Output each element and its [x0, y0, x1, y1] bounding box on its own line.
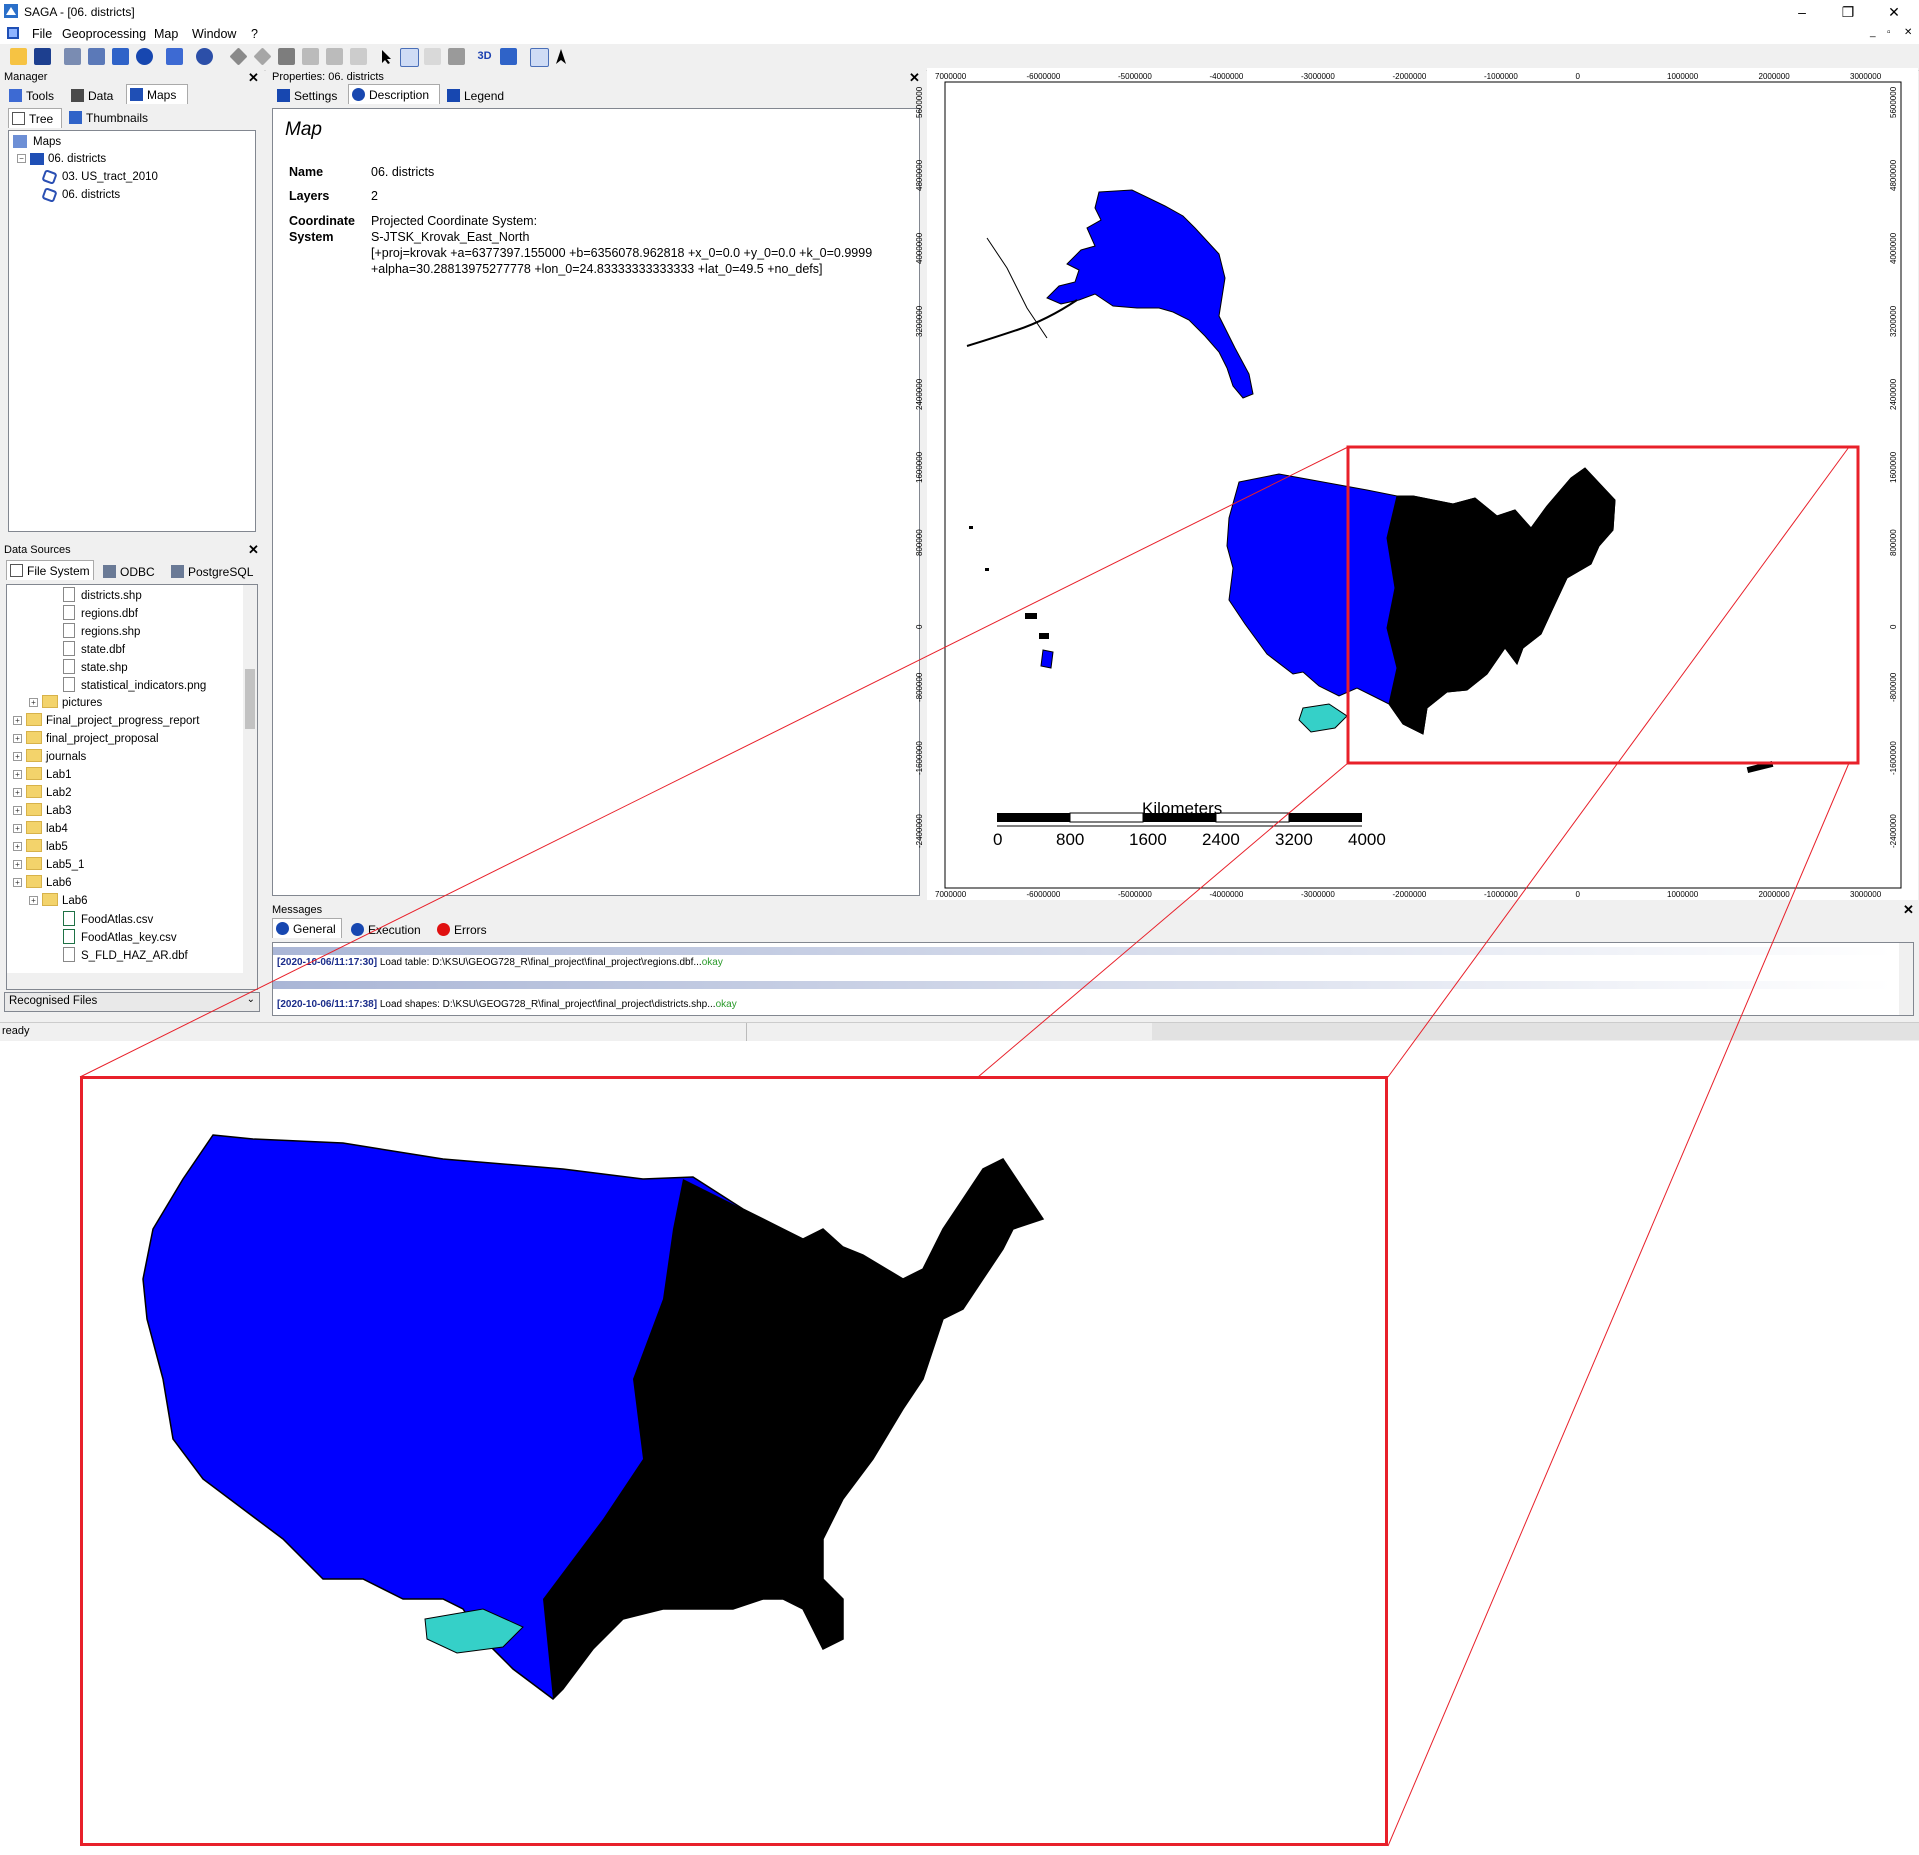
zoom-inset	[80, 1076, 1388, 1846]
callout-line	[79, 446, 1349, 1078]
callout-line	[977, 762, 1349, 1078]
callout-line	[1387, 446, 1850, 1078]
zoom-map	[142, 1134, 1045, 1700]
callout-line	[1387, 762, 1850, 1847]
